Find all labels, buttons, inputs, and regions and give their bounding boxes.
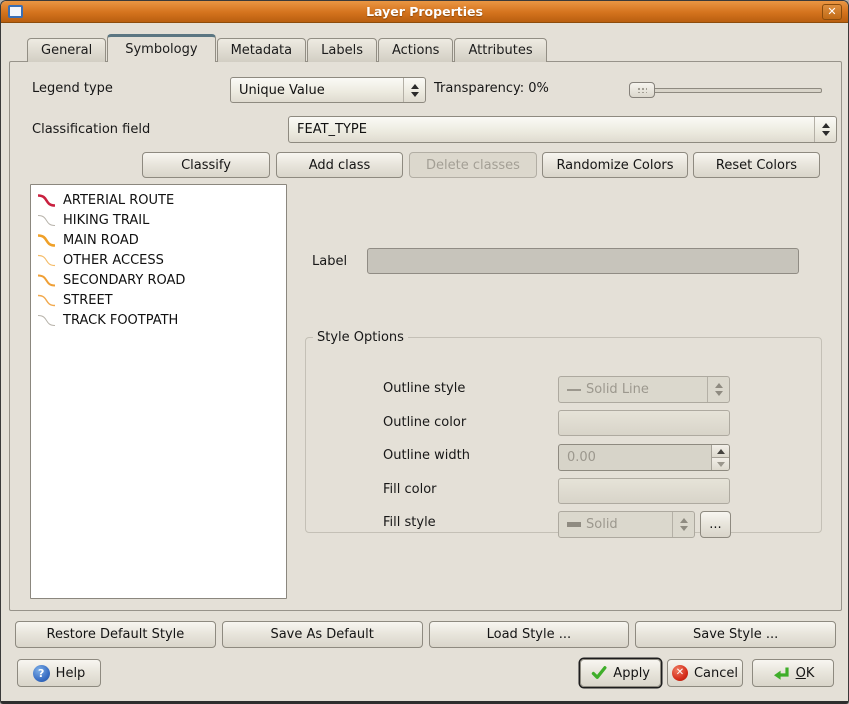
slider-handle[interactable] (629, 82, 655, 98)
class-row[interactable]: TRACK FOOTPATH (34, 310, 283, 330)
apply-check-icon (591, 665, 607, 681)
class-label: ARTERIAL ROUTE (63, 193, 174, 208)
class-row[interactable]: OTHER ACCESS (34, 250, 283, 270)
fill-style-label: Fill style (383, 515, 436, 530)
spinner-arrows-icon (711, 445, 729, 470)
line-symbol-icon (37, 193, 57, 208)
add-class-button[interactable]: Add class (276, 152, 403, 178)
randomize-colors-button[interactable]: Randomize Colors (542, 152, 688, 178)
ok-enter-icon (772, 665, 790, 682)
save-style-button[interactable]: Save Style ... (635, 621, 836, 648)
solid-line-icon (567, 389, 581, 391)
fill-style-more-button[interactable]: ... (700, 511, 731, 538)
restore-default-style-button[interactable]: Restore Default Style (15, 621, 216, 648)
window-title: Layer Properties (1, 4, 848, 19)
line-symbol-icon (37, 293, 57, 308)
combo-arrows-icon (814, 117, 836, 142)
outline-width-input: 0.00 (558, 444, 730, 471)
class-label: SECONDARY ROAD (63, 273, 185, 288)
combo-arrows-icon (672, 512, 694, 537)
close-icon[interactable]: ✕ (822, 4, 842, 20)
reset-colors-button[interactable]: Reset Colors (693, 152, 820, 178)
tab-symbology[interactable]: Symbology (107, 34, 215, 62)
outline-style-label: Outline style (383, 381, 465, 396)
tab-general[interactable]: General (27, 38, 106, 62)
line-symbol-icon (37, 253, 57, 268)
help-button-label: Help (56, 666, 86, 681)
transparency-label: Transparency: 0% (434, 81, 549, 96)
ok-button-label: OK (796, 666, 815, 681)
class-label: TRACK FOOTPATH (63, 313, 178, 328)
solid-fill-icon (567, 522, 581, 527)
cancel-button[interactable]: ✕ Cancel (667, 659, 743, 687)
tab-labels[interactable]: Labels (307, 38, 377, 62)
delete-classes-button: Delete classes (409, 152, 537, 178)
outline-style-value: Solid Line (586, 382, 649, 397)
save-as-default-button[interactable]: Save As Default (222, 621, 423, 648)
transparency-slider[interactable] (629, 82, 822, 98)
class-row[interactable]: ARTERIAL ROUTE (34, 190, 283, 210)
line-symbol-icon (37, 313, 57, 328)
cancel-icon: ✕ (672, 665, 688, 681)
class-row[interactable]: STREET (34, 290, 283, 310)
fill-color-button (558, 478, 730, 504)
class-row[interactable]: SECONDARY ROAD (34, 270, 283, 290)
tab-attributes[interactable]: Attributes (454, 38, 546, 62)
combo-arrows-icon (403, 78, 425, 102)
combo-arrows-icon (707, 377, 729, 402)
tab-actions[interactable]: Actions (378, 38, 454, 62)
legend-type-value: Unique Value (231, 83, 403, 98)
class-label: STREET (63, 293, 113, 308)
class-label: MAIN ROAD (63, 233, 139, 248)
style-options-title: Style Options (313, 330, 408, 345)
fill-color-label: Fill color (383, 482, 437, 497)
outline-width-label: Outline width (383, 448, 470, 463)
outline-color-button (558, 410, 730, 436)
apply-button-label: Apply (613, 666, 650, 681)
legend-type-select[interactable]: Unique Value (230, 77, 426, 103)
legend-type-label: Legend type (32, 81, 113, 96)
titlebar[interactable]: Layer Properties ✕ (1, 1, 848, 23)
ok-button[interactable]: OK (752, 659, 834, 687)
line-symbol-icon (37, 273, 57, 288)
class-list[interactable]: ARTERIAL ROUTE HIKING TRAIL MAIN ROAD OTHER… (30, 184, 287, 599)
load-style-button[interactable]: Load Style ... (429, 621, 630, 648)
tab-bar: GeneralSymbologyMetadataLabelsActionsAtt… (27, 34, 548, 62)
class-row[interactable]: MAIN ROAD (34, 230, 283, 250)
classification-field-select[interactable]: FEAT_TYPE (288, 116, 837, 143)
fill-style-select: Solid (558, 511, 695, 538)
label-input[interactable] (367, 248, 799, 274)
class-label: OTHER ACCESS (63, 253, 164, 268)
classify-button[interactable]: Classify (142, 152, 270, 178)
style-buttons-row: Restore Default StyleSave As DefaultLoad… (15, 621, 836, 648)
label-field-label: Label (312, 254, 347, 269)
help-button[interactable]: ? Help (17, 659, 101, 687)
window-icon (8, 5, 23, 18)
help-icon: ? (33, 665, 50, 682)
outline-color-label: Outline color (383, 415, 466, 430)
layer-properties-dialog: Layer Properties ✕ GeneralSymbologyMetad… (0, 0, 849, 704)
class-label: HIKING TRAIL (63, 213, 149, 228)
outline-width-value: 0.00 (559, 450, 711, 465)
classification-field-label: Classification field (32, 122, 150, 137)
slider-groove (629, 88, 822, 93)
tab-metadata[interactable]: Metadata (217, 38, 307, 62)
fill-style-value: Solid (586, 517, 618, 532)
class-row[interactable]: HIKING TRAIL (34, 210, 283, 230)
cancel-button-label: Cancel (694, 666, 738, 681)
apply-button[interactable]: Apply (580, 659, 661, 687)
line-symbol-icon (37, 213, 57, 228)
classification-field-value: FEAT_TYPE (289, 122, 814, 137)
style-options-group: Style Options Outline style Solid Line O… (305, 330, 822, 533)
outline-style-select: Solid Line (558, 376, 730, 403)
line-symbol-icon (37, 233, 57, 248)
symbology-panel: Legend type Unique Value Transparency: 0… (9, 61, 842, 611)
